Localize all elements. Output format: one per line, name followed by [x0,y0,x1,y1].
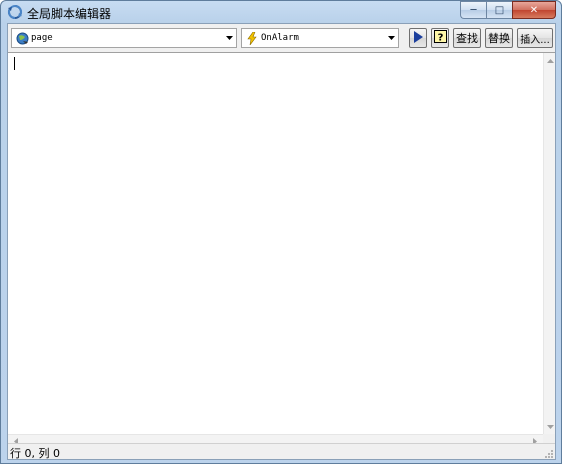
run-button[interactable] [409,28,427,48]
maximize-button[interactable]: □ [486,1,512,19]
text-caret [14,57,15,70]
resize-grip-icon[interactable] [544,448,554,458]
insert-button[interactable]: 插入... [517,28,553,48]
status-bar: 行 0, 列 0 [8,443,555,460]
close-button[interactable]: ✕ [512,1,556,19]
event-select-value: OnAlarm [261,33,299,43]
app-script-icon [7,4,23,20]
maximize-icon: □ [494,4,505,16]
event-select[interactable]: OnAlarm [241,28,399,48]
help-button[interactable]: ? [431,28,449,48]
cursor-position-text: 行 0, 列 0 [10,447,60,460]
minimize-icon: ─ [470,4,477,16]
lightning-icon [245,31,259,45]
script-editor-window: 全局脚本编辑器 ─ □ ✕ page OnAlarm ? 查找 替换 插入...… [0,0,562,464]
close-icon: ✕ [529,4,539,16]
find-button[interactable]: 查找 [453,28,481,48]
chevron-down-icon[interactable] [384,29,398,47]
help-icon: ? [433,30,447,46]
toolbar: page OnAlarm ? 查找 替换 插入... [8,24,555,52]
svg-text:?: ? [437,33,443,44]
minimize-button[interactable]: ─ [460,1,486,19]
client-area: page OnAlarm ? 查找 替换 插入... 行 0, 列 0 [7,23,556,460]
scroll-down-icon[interactable] [544,421,556,433]
replace-button[interactable]: 替换 [485,28,513,48]
object-select[interactable]: page [11,28,237,48]
object-select-value: page [31,33,53,43]
script-text-area[interactable] [8,52,555,447]
page-object-icon [15,31,29,45]
play-icon [413,30,423,46]
vertical-scrollbar[interactable] [543,53,555,435]
title-bar[interactable]: 全局脚本编辑器 ─ □ ✕ [1,1,561,23]
scroll-up-icon[interactable] [544,55,556,67]
window-title: 全局脚本编辑器 [27,7,112,21]
chevron-down-icon[interactable] [222,29,236,47]
